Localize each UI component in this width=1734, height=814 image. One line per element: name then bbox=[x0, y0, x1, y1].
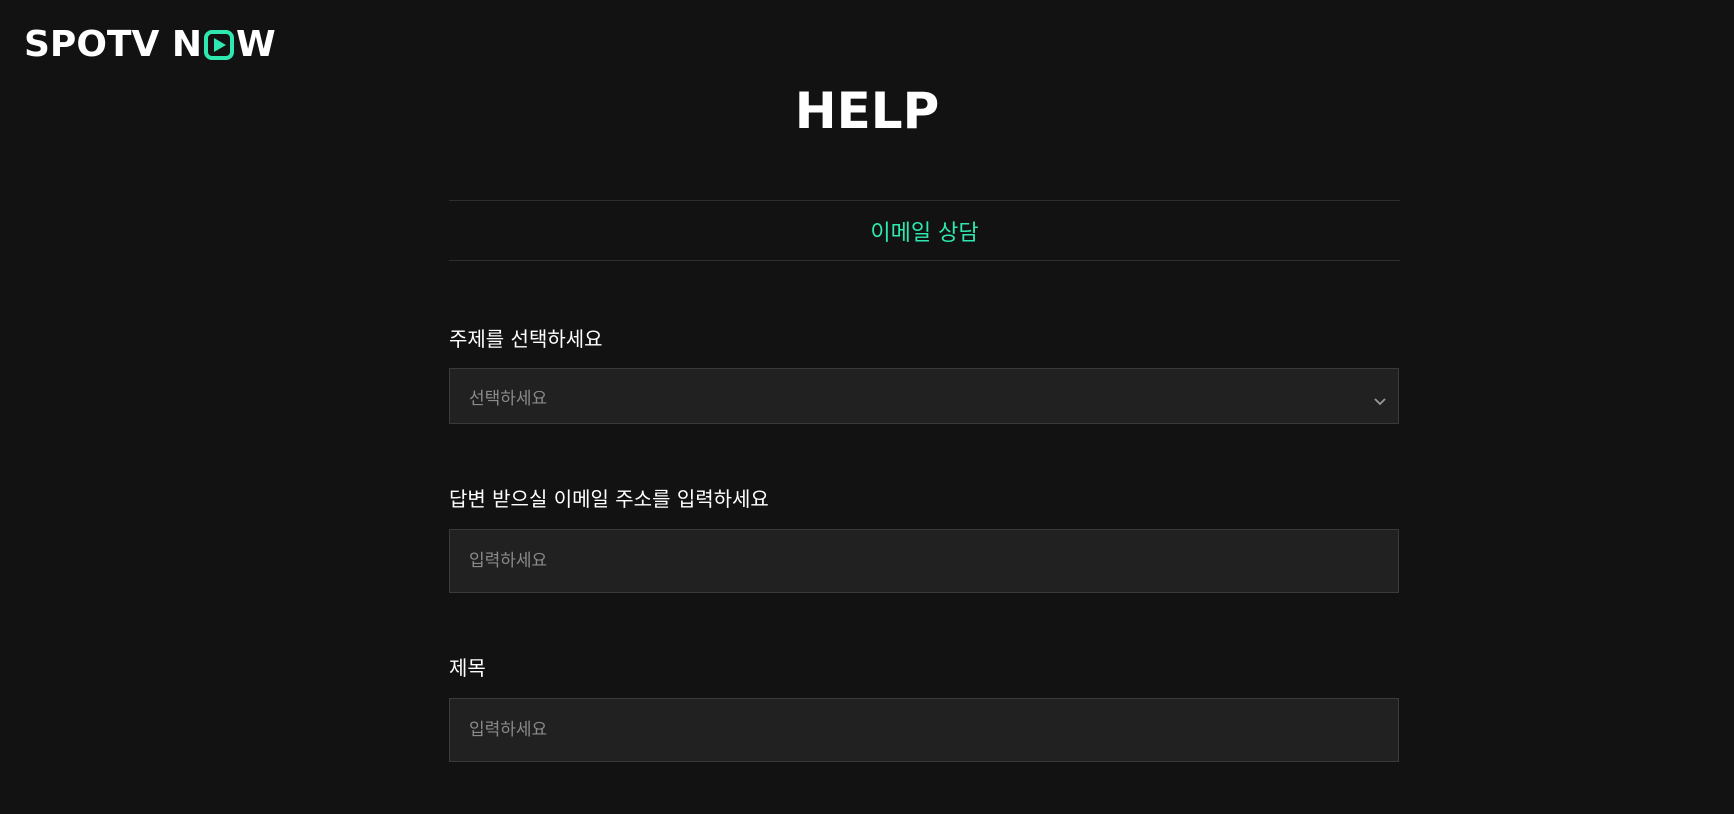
tab-email-consultation[interactable]: 이메일 상담 bbox=[870, 215, 978, 247]
topic-label: 주제를 선택하세요 bbox=[449, 327, 603, 351]
subject-field-box bbox=[449, 698, 1399, 762]
topic-select[interactable]: 선택하세요 bbox=[449, 368, 1399, 424]
topic-select-value: 선택하세요 bbox=[469, 388, 548, 409]
subject-label: 제목 bbox=[449, 656, 486, 680]
logo-text: SPOTV N bbox=[24, 24, 202, 65]
page-title: HELP bbox=[794, 82, 940, 140]
chevron-down-icon bbox=[1374, 391, 1386, 411]
email-label: 답변 받으실 이메일 주소를 입력하세요 bbox=[449, 487, 769, 511]
tab-bar: 이메일 상담 bbox=[449, 200, 1400, 261]
help-page: SPOTV N W HELP 이메일 상담 주제를 선택하세요 선택하세요 답변… bbox=[0, 0, 1734, 814]
subject-field[interactable] bbox=[469, 699, 1398, 761]
email-field[interactable] bbox=[469, 530, 1398, 592]
email-field-box bbox=[449, 529, 1399, 593]
spotv-now-logo[interactable]: SPOTV N W bbox=[24, 26, 276, 64]
logo-text-end: W bbox=[236, 24, 276, 65]
play-icon bbox=[204, 30, 234, 60]
